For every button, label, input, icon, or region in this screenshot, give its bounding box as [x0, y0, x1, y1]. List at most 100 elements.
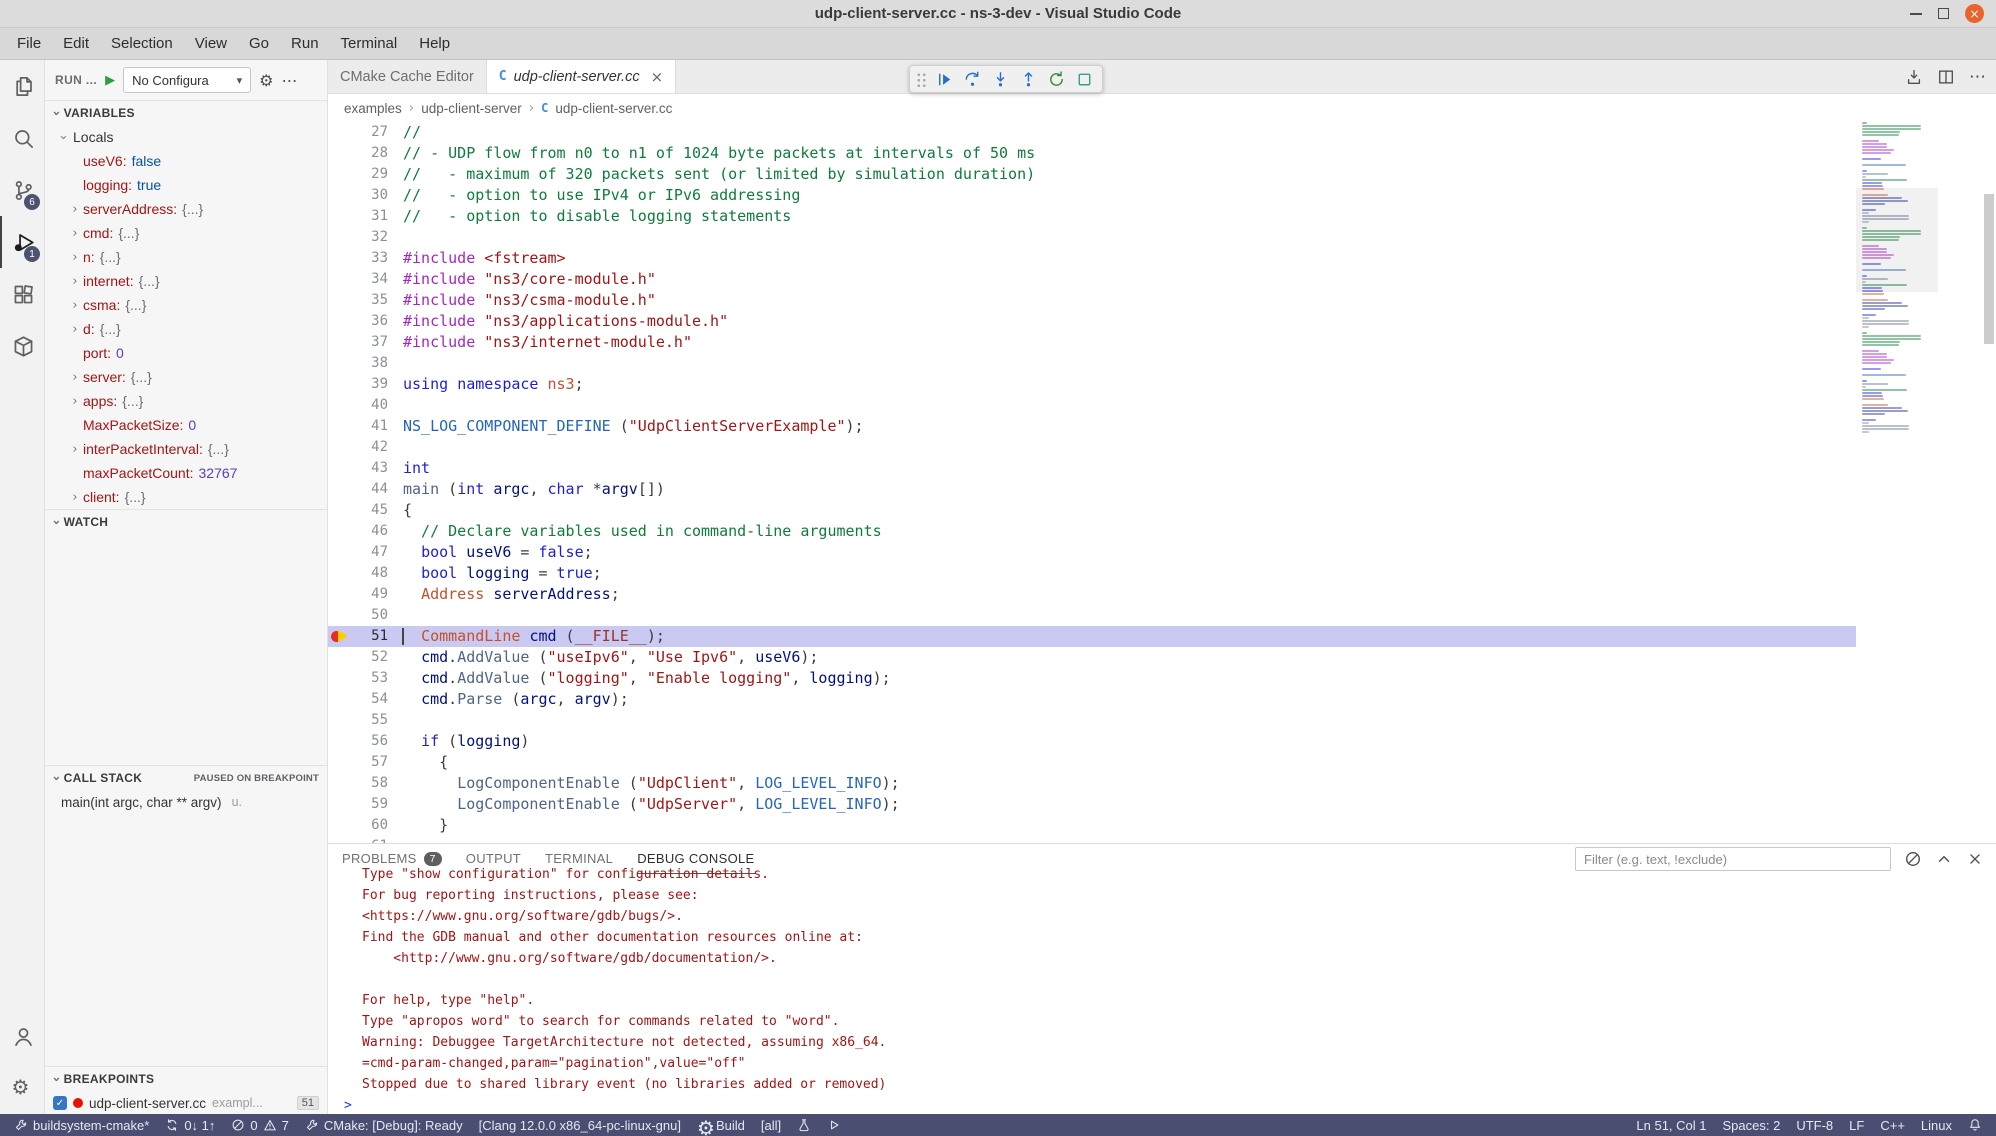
- start-debugging-icon[interactable]: ▶: [105, 73, 115, 88]
- activity-item-run-and-debug[interactable]: 1: [0, 216, 44, 268]
- code-line[interactable]: 47 bool useV6 = false;: [328, 542, 1856, 563]
- code-line[interactable]: 36#include "ns3/applications-module.h": [328, 311, 1856, 332]
- status-item-cmake-status[interactable]: CMake: [Debug]: Ready: [297, 1114, 471, 1136]
- gutter-glyph-margin[interactable]: [328, 647, 354, 668]
- gutter-glyph-margin[interactable]: [328, 836, 354, 843]
- variable-row[interactable]: ›client:{...}: [45, 485, 327, 509]
- split-editor-icon[interactable]: [1937, 68, 1955, 86]
- gutter-glyph-margin[interactable]: [328, 185, 354, 206]
- activity-item-extensions[interactable]: [0, 268, 44, 320]
- status-item-notifications[interactable]: [1960, 1114, 1990, 1136]
- breakpoints-section-header[interactable]: › BREAKPOINTS: [45, 1067, 327, 1091]
- code-line[interactable]: 39using namespace ns3;: [328, 374, 1856, 395]
- activity-item-settings[interactable]: ⚙: [0, 1062, 44, 1114]
- code-line[interactable]: 58 LogComponentEnable ("UdpClient", LOG_…: [328, 773, 1856, 794]
- status-item-cmake-kit-selection[interactable]: [Clang 12.0.0 x86_64-pc-linux-gnu]: [471, 1114, 689, 1136]
- gutter-glyph-margin[interactable]: [328, 731, 354, 752]
- stop-button[interactable]: [1071, 67, 1097, 91]
- gutter-glyph-margin[interactable]: [328, 542, 354, 563]
- code-line[interactable]: 32: [328, 227, 1856, 248]
- activity-item-package[interactable]: [0, 320, 44, 372]
- breakpoint-enabled-checkbox[interactable]: ✓: [53, 1096, 67, 1110]
- menu-item-run[interactable]: Run: [280, 28, 330, 60]
- gutter-glyph-margin[interactable]: [328, 500, 354, 521]
- code-line[interactable]: 28// - UDP flow from n0 to n1 of 1024 by…: [328, 143, 1856, 164]
- more-actions-icon[interactable]: ⋯: [1969, 67, 1986, 87]
- code-line[interactable]: 37#include "ns3/internet-module.h": [328, 332, 1856, 353]
- code-line[interactable]: 54 cmd.Parse (argc, argv);: [328, 689, 1856, 710]
- gutter-glyph-margin[interactable]: [328, 794, 354, 815]
- open-changes-icon[interactable]: [1905, 68, 1923, 86]
- gutter-glyph-margin[interactable]: [328, 248, 354, 269]
- tab-cmake-cache-editor[interactable]: CMake Cache Editor: [328, 60, 487, 93]
- variable-row[interactable]: useV6:false: [45, 149, 327, 173]
- activity-item-account[interactable]: [0, 1010, 44, 1062]
- activity-item-explorer[interactable]: [0, 60, 44, 112]
- variable-row[interactable]: ›apps:{...}: [45, 389, 327, 413]
- gutter-glyph-margin[interactable]: [328, 395, 354, 416]
- menu-item-terminal[interactable]: Terminal: [330, 28, 409, 60]
- gutter-glyph-margin[interactable]: [328, 122, 354, 143]
- variable-row[interactable]: ›internet:{...}: [45, 269, 327, 293]
- scrollbar-thumb[interactable]: [1984, 194, 1994, 344]
- tab-udp-client-server-cc[interactable]: Cudp-client-server.cc×: [487, 60, 676, 93]
- watch-section-header[interactable]: › WATCH: [45, 510, 327, 534]
- editor-scrollbar[interactable]: [1982, 122, 1996, 843]
- code-line[interactable]: 57 {: [328, 752, 1856, 773]
- status-item-cmake-build[interactable]: ⚙Build: [689, 1114, 753, 1136]
- close-icon[interactable]: ×: [651, 68, 664, 86]
- breadcrumb-item[interactable]: examples: [344, 101, 402, 116]
- gutter-glyph-margin[interactable]: [328, 227, 354, 248]
- code-line[interactable]: 41NS_LOG_COMPONENT_DEFINE ("UdpClientSer…: [328, 416, 1856, 437]
- variable-row[interactable]: ›cmd:{...}: [45, 221, 327, 245]
- activity-item-source-control[interactable]: 6: [0, 164, 44, 216]
- variable-row[interactable]: ›n:{...}: [45, 245, 327, 269]
- code-area[interactable]: 27//28// - UDP flow from n0 to n1 of 102…: [328, 122, 1856, 843]
- status-item-cmake-test[interactable]: [789, 1114, 819, 1136]
- gutter-glyph-margin[interactable]: [328, 164, 354, 185]
- gutter-glyph-margin[interactable]: [328, 689, 354, 710]
- gutter-glyph-margin[interactable]: [328, 143, 354, 164]
- gutter-glyph-margin[interactable]: [328, 752, 354, 773]
- code-line[interactable]: 29// - maximum of 320 packets sent (or l…: [328, 164, 1856, 185]
- gutter-glyph-margin[interactable]: [328, 458, 354, 479]
- status-item-cursor-position[interactable]: Ln 51, Col 1: [1628, 1114, 1714, 1136]
- status-item-cmake-launch[interactable]: [819, 1114, 849, 1136]
- code-line[interactable]: 50: [328, 605, 1856, 626]
- minimize-icon[interactable]: [1910, 13, 1922, 15]
- variables-section-header[interactable]: › VARIABLES: [45, 101, 327, 125]
- menu-item-edit[interactable]: Edit: [52, 28, 100, 60]
- code-line[interactable]: 48 bool logging = true;: [328, 563, 1856, 584]
- menu-item-file[interactable]: File: [6, 28, 52, 60]
- code-line[interactable]: 56 if (logging): [328, 731, 1856, 752]
- step-over-button[interactable]: [959, 67, 985, 91]
- code-line[interactable]: 38: [328, 353, 1856, 374]
- variable-row[interactable]: maxPacketCount:32767: [45, 461, 327, 485]
- code-line[interactable]: 43int: [328, 458, 1856, 479]
- variable-row[interactable]: ›csma:{...}: [45, 293, 327, 317]
- menu-item-help[interactable]: Help: [408, 28, 461, 60]
- menu-item-go[interactable]: Go: [238, 28, 280, 60]
- variable-row[interactable]: ›d:{...}: [45, 317, 327, 341]
- code-line[interactable]: 33#include <fstream>: [328, 248, 1856, 269]
- console-input-prompt[interactable]: >: [342, 1095, 1996, 1114]
- code-line[interactable]: 49 Address serverAddress;: [328, 584, 1856, 605]
- status-item-cmake-kit[interactable]: buildsystem-cmake*: [6, 1114, 157, 1136]
- code-line[interactable]: 59 LogComponentEnable ("UdpServer", LOG_…: [328, 794, 1856, 815]
- variable-row[interactable]: MaxPacketSize:0: [45, 413, 327, 437]
- breakpoint-item[interactable]: ✓ udp-client-server.cc exampl... 51: [45, 1091, 327, 1115]
- gutter-glyph-margin[interactable]: [328, 521, 354, 542]
- gutter-glyph-margin[interactable]: [328, 626, 354, 647]
- variable-row[interactable]: ›interPacketInterval:{...}: [45, 437, 327, 461]
- gutter-glyph-margin[interactable]: [328, 311, 354, 332]
- code-line[interactable]: 34#include "ns3/core-module.h": [328, 269, 1856, 290]
- drag-handle[interactable]: [915, 71, 926, 88]
- gutter-glyph-margin[interactable]: [328, 332, 354, 353]
- status-item-language-mode[interactable]: C++: [1872, 1114, 1913, 1136]
- continue-button[interactable]: [931, 67, 957, 91]
- code-line[interactable]: 61: [328, 836, 1856, 843]
- restart-button[interactable]: [1043, 67, 1069, 91]
- minimap[interactable]: [1856, 122, 1938, 843]
- gutter-glyph-margin[interactable]: [328, 437, 354, 458]
- code-line[interactable]: 55: [328, 710, 1856, 731]
